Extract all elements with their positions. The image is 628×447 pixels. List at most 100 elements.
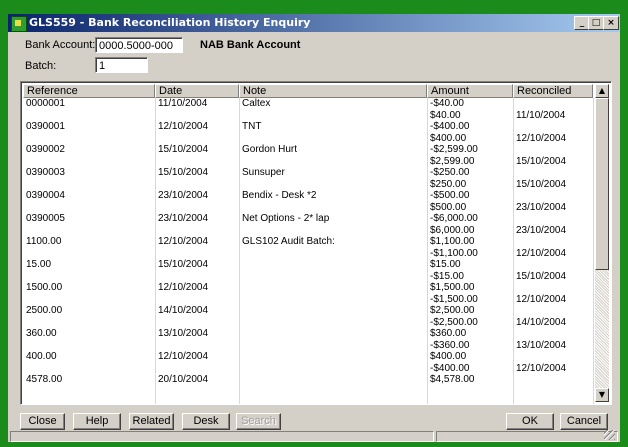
- table-row[interactable]: 360.00 13/10/2004 $360.00: [23, 328, 593, 340]
- table-row[interactable]: -$400.00 12/10/2004: [23, 363, 593, 375]
- table-row[interactable]: 0390001 12/10/2004 TNT -$400.00: [23, 121, 593, 133]
- table-cell-amount: $400.00: [430, 351, 467, 362]
- table-cell-reference: [23, 317, 155, 329]
- table-cell-reconciled: [513, 374, 593, 386]
- table-cell-note: [239, 225, 427, 237]
- help-button[interactable]: Help: [73, 413, 121, 430]
- table-cell-date: 23/10/2004: [158, 213, 209, 224]
- table-cell-reconciled: 12/10/2004: [516, 293, 567, 305]
- table-cell-note: [239, 305, 427, 317]
- close-button[interactable]: Close: [20, 413, 65, 430]
- table-cell-reference: 2500.00: [26, 305, 63, 316]
- table-cell-reconciled: 15/10/2004: [516, 178, 567, 190]
- table-cell-amount: -$400.00: [430, 362, 470, 374]
- table-row[interactable]: $500.00 23/10/2004: [23, 202, 593, 214]
- table-cell-reference: [23, 248, 155, 260]
- table-cell-reconciled: [513, 167, 593, 179]
- table-cell-reference: [23, 363, 155, 375]
- reconciliation-table[interactable]: Reference Date Note Amount Reconciled 00…: [20, 81, 612, 405]
- table-cell-date: 12/10/2004: [158, 121, 209, 132]
- table-row[interactable]: $400.00 12/10/2004: [23, 133, 593, 145]
- table-row[interactable]: 1500.00 12/10/2004 $1,500.00: [23, 282, 593, 294]
- table-cell-note: [239, 328, 427, 340]
- table-row[interactable]: $2,599.00 15/10/2004: [23, 156, 593, 168]
- resize-grip-icon[interactable]: [604, 430, 615, 440]
- table-row[interactable]: 400.00 12/10/2004 $400.00: [23, 351, 593, 363]
- column-header-amount[interactable]: Amount: [427, 84, 513, 98]
- maximize-button[interactable]: □: [588, 16, 604, 30]
- column-header-date[interactable]: Date: [155, 84, 239, 98]
- table-cell-reference: [23, 340, 155, 352]
- table-cell-reconciled: [513, 328, 593, 340]
- table-body: 0000001 11/10/2004 Caltex -$40.00 $40.00 11/1…: [23, 98, 593, 386]
- table-cell-reference: 0390005: [26, 213, 65, 224]
- table-row[interactable]: 0390004 23/10/2004 Bendix - Desk *2 -$500.0…: [23, 190, 593, 202]
- table-cell-reconciled: 14/10/2004: [516, 316, 567, 328]
- table-row[interactable]: $250.00 15/10/2004: [23, 179, 593, 191]
- table-cell-note: Net Options - 2* lap: [242, 213, 330, 224]
- table-row[interactable]: 0390003 15/10/2004 Sunsuper -$250.00: [23, 167, 593, 179]
- table-cell-reconciled: [513, 236, 593, 248]
- table-cell-note: [239, 156, 427, 168]
- table-row[interactable]: 2500.00 14/10/2004 $2,500.00: [23, 305, 593, 317]
- bank-account-label: Bank Account:: [25, 39, 96, 51]
- application-window: GLS559 - Bank Reconciliation History Enq…: [0, 0, 628, 447]
- table-cell-note: [239, 340, 427, 352]
- table-row[interactable]: 0000001 11/10/2004 Caltex -$40.00: [23, 98, 593, 110]
- column-header-reconciled[interactable]: Reconciled: [513, 84, 593, 98]
- table-cell-reference: 400.00: [26, 351, 57, 362]
- scroll-up-arrow-icon[interactable]: ▲: [595, 84, 609, 98]
- column-header-note[interactable]: Note: [239, 84, 427, 98]
- table-row[interactable]: 0390002 15/10/2004 Gordon Hurt -$2,599.00: [23, 144, 593, 156]
- table-row[interactable]: -$360.00 13/10/2004: [23, 340, 593, 352]
- table-row[interactable]: 0390005 23/10/2004 Net Options - 2* lap -$6…: [23, 213, 593, 225]
- table-cell-date: [155, 110, 239, 122]
- table-row[interactable]: $6,000.00 23/10/2004: [23, 225, 593, 237]
- vertical-scrollbar[interactable]: ▲ ▼: [595, 84, 609, 402]
- table-cell-reference: 0000001: [26, 98, 65, 109]
- related-button[interactable]: Related: [129, 413, 174, 430]
- desk-button[interactable]: Desk: [182, 413, 230, 430]
- batch-label: Batch:: [25, 60, 57, 72]
- scrollbar-thumb[interactable]: [595, 98, 609, 270]
- scroll-down-arrow-icon[interactable]: ▼: [595, 388, 609, 402]
- table-cell-date: [155, 202, 239, 214]
- column-header-reference[interactable]: Reference: [23, 84, 155, 98]
- search-button[interactable]: Search: [236, 413, 281, 430]
- table-row[interactable]: -$2,500.00 14/10/2004: [23, 317, 593, 329]
- table-cell-amount: -$15.00: [430, 270, 464, 282]
- table-cell-reference: [23, 156, 155, 168]
- table-row[interactable]: 15.00 15/10/2004 $15.00: [23, 259, 593, 271]
- batch-field[interactable]: 1: [95, 57, 148, 73]
- table-cell-note: [239, 374, 427, 386]
- close-window-button[interactable]: ×: [603, 16, 619, 30]
- table-cell-amount: $1,100.00: [430, 236, 475, 247]
- table-cell-date: 13/10/2004: [158, 328, 209, 339]
- table-cell-date: 14/10/2004: [158, 305, 209, 316]
- table-cell-date: [155, 133, 239, 145]
- table-row[interactable]: 4578.00 20/10/2004 $4,578.00: [23, 374, 593, 386]
- table-cell-reference: [23, 110, 155, 122]
- table-row[interactable]: 1100.00 12/10/2004 GLS102 Audit Batch: $1,1…: [23, 236, 593, 248]
- bank-account-field[interactable]: 0000.5000-000: [95, 37, 183, 53]
- table-cell-date: 20/10/2004: [158, 374, 209, 385]
- table-cell-reference: [23, 271, 155, 283]
- table-cell-amount: -$1,500.00: [430, 293, 478, 305]
- ok-button[interactable]: OK: [506, 413, 554, 430]
- table-cell-date: 15/10/2004: [158, 259, 209, 270]
- table-row[interactable]: -$1,500.00 12/10/2004: [23, 294, 593, 306]
- table-cell-date: [155, 317, 239, 329]
- table-row[interactable]: -$1,100.00 12/10/2004: [23, 248, 593, 260]
- table-cell-reference: [23, 133, 155, 145]
- title-bar[interactable]: GLS559 - Bank Reconciliation History Enq…: [8, 14, 620, 32]
- cancel-button[interactable]: Cancel: [560, 413, 608, 430]
- table-cell-date: 11/10/2004: [158, 98, 208, 109]
- table-cell-reference: 0390004: [26, 190, 65, 201]
- table-cell-date: 15/10/2004: [158, 144, 209, 155]
- table-cell-note: [239, 282, 427, 294]
- table-cell-reference: [23, 294, 155, 306]
- table-cell-reference: 360.00: [26, 328, 57, 339]
- table-row[interactable]: $40.00 11/10/2004: [23, 110, 593, 122]
- table-row[interactable]: -$15.00 15/10/2004: [23, 271, 593, 283]
- table-cell-amount: -$6,000.00: [430, 213, 478, 224]
